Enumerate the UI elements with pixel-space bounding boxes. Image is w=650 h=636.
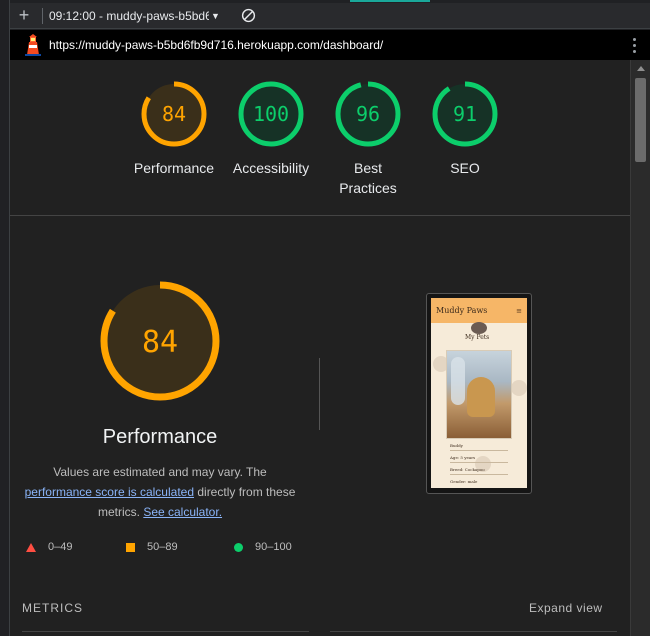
average-square-icon xyxy=(126,542,135,552)
screenshot-brand: Muddy Paws xyxy=(436,306,488,315)
more-options-icon[interactable] xyxy=(622,33,646,57)
performance-score-value: 84 xyxy=(142,325,178,360)
lighthouse-report: 84 Performance 100 Accessibility 96 Best… xyxy=(10,60,630,636)
gauge-performance-label: Performance xyxy=(133,160,215,176)
legend-fail-range: 0–49 xyxy=(48,541,73,553)
report-scrollbar[interactable] xyxy=(630,60,650,636)
gauge-performance[interactable]: 84 Performance xyxy=(124,80,224,178)
report-url[interactable]: https://muddy-paws-b5bd6fb9d716.herokuap… xyxy=(49,38,622,52)
pet-rule xyxy=(450,450,508,451)
score-legend: 0–49 50–89 90–100 xyxy=(26,541,316,557)
gauge-best-practices-label: Best Practices xyxy=(339,160,397,196)
performance-title: Performance xyxy=(102,426,218,448)
legend-pass-range: 90–100 xyxy=(255,541,292,553)
gauge-accessibility[interactable]: 100 Accessibility xyxy=(221,80,321,178)
report-url-bar: https://muddy-paws-b5bd6fb9d716.herokuap… xyxy=(10,30,650,60)
left-gutter xyxy=(0,0,10,636)
hamburger-menu-icon: ≡ xyxy=(516,306,522,315)
report-selector[interactable]: 09:12:00 - muddy-paws-b5bd6 ▼ xyxy=(49,9,221,23)
svg-text:84: 84 xyxy=(162,102,186,126)
pet-rule xyxy=(450,474,508,475)
gauge-performance-ring: 84 xyxy=(141,81,207,147)
paw-logo-icon xyxy=(471,322,487,334)
devtools-toolbar: + 09:12:00 - muddy-paws-b5bd6 ▼ xyxy=(10,3,650,29)
dropdown-caret-icon: ▼ xyxy=(211,10,220,21)
pet-breed: Breed: Cockapoo xyxy=(450,467,485,472)
score-calculation-link[interactable]: performance score is calculated xyxy=(25,485,194,499)
clear-reports-button[interactable] xyxy=(235,3,261,29)
photo-background-tree xyxy=(451,357,465,405)
expand-view-button[interactable]: Expand view xyxy=(529,601,603,615)
toolbar-separator xyxy=(42,7,43,24)
scroll-thumb[interactable] xyxy=(635,78,646,162)
screenshot-page-title: My Pets xyxy=(465,334,490,341)
pet-gender: Gender: male xyxy=(450,479,478,484)
gauge-seo-ring: 91 xyxy=(432,81,498,147)
pet-photo xyxy=(446,350,512,439)
pass-circle-icon xyxy=(234,542,243,552)
legend-pass: 90–100 xyxy=(234,541,292,553)
screenshot-navbar: Muddy Paws ≡ xyxy=(431,298,527,323)
final-screenshot[interactable]: Muddy Paws ≡ My Pets Buddy Age: 5 years … xyxy=(426,293,532,494)
gauge-seo[interactable]: 91 SEO xyxy=(415,80,515,178)
new-report-button[interactable]: + xyxy=(10,3,38,29)
gauge-accessibility-label: Accessibility xyxy=(232,160,310,176)
scroll-up-arrow-icon[interactable] xyxy=(636,66,645,71)
pet-age: Age: 5 years xyxy=(450,455,476,460)
section-divider xyxy=(319,358,320,430)
performance-description: Values are estimated and may vary. The p… xyxy=(20,462,300,522)
gauge-seo-label: SEO xyxy=(450,160,480,176)
legend-fail: 0–49 xyxy=(26,541,72,553)
fail-triangle-icon xyxy=(26,542,36,552)
clear-icon xyxy=(241,8,255,23)
photo-dog xyxy=(467,377,495,417)
pet-rule xyxy=(450,462,508,463)
svg-text:100: 100 xyxy=(253,102,289,126)
svg-text:91: 91 xyxy=(453,102,477,126)
metrics-heading: METRICS xyxy=(22,601,83,615)
desc-text-1: Values are estimated and may vary. The xyxy=(53,465,267,479)
pet-name: Buddy xyxy=(450,443,463,448)
screenshot-page: Muddy Paws ≡ My Pets Buddy Age: 5 years … xyxy=(431,298,527,488)
scores-summary: 84 Performance 100 Accessibility 96 Best… xyxy=(10,60,630,216)
active-tab-indicator xyxy=(350,0,430,2)
report-selector-label: 09:12:00 - muddy-paws-b5bd6 xyxy=(49,8,209,23)
gauge-accessibility-ring: 100 xyxy=(238,81,304,147)
see-calculator-link[interactable]: See calculator. xyxy=(143,505,222,519)
svg-text:96: 96 xyxy=(356,102,380,126)
gauge-best-practices[interactable]: 96 Best Practices xyxy=(318,80,418,198)
lighthouse-logo-icon xyxy=(25,34,41,56)
paw-print-decoration xyxy=(511,380,527,396)
metrics-rule-right xyxy=(330,631,617,632)
performance-score-gauge: 84 xyxy=(100,281,220,401)
legend-average: 50–89 xyxy=(126,541,178,553)
legend-average-range: 50–89 xyxy=(147,541,178,553)
metrics-rule-left xyxy=(22,631,309,632)
gauge-best-practices-ring: 96 xyxy=(335,81,401,147)
